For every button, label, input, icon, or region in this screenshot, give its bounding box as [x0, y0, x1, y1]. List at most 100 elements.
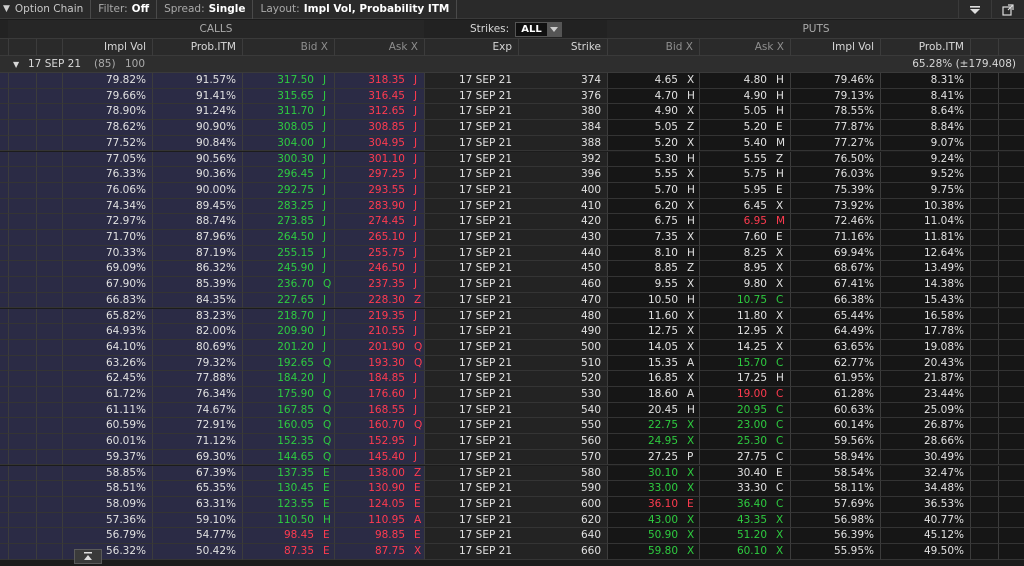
call-ask[interactable]: 193.30 — [334, 355, 411, 372]
call-ask[interactable]: 228.30 — [334, 292, 411, 309]
call-bid[interactable]: 300.30 — [242, 151, 320, 168]
call-bid[interactable]: 130.45 — [242, 481, 320, 497]
call-bid[interactable]: 296.45 — [242, 167, 320, 183]
table-row[interactable]: 78.90% 91.24% 311.70 J 312.65 J 17 SEP 21 380 4.… — [0, 104, 1024, 121]
call-bid[interactable]: 184.20 — [242, 371, 320, 387]
put-bid[interactable]: 12.75 — [607, 324, 684, 340]
call-ask[interactable]: 138.00 — [334, 465, 411, 482]
call-bid[interactable]: 152.35 — [242, 434, 320, 450]
table-row[interactable]: 69.09% 86.32% 245.90 J 246.50 J 17 SEP 21 450 8.… — [0, 261, 1024, 278]
call-bid[interactable]: 123.55 — [242, 496, 320, 513]
put-bid[interactable]: 24.95 — [607, 434, 684, 450]
put-bid[interactable]: 18.60 — [607, 387, 684, 403]
filter-control[interactable]: Filter: Off — [91, 0, 158, 19]
put-ask[interactable]: 30.40 — [699, 465, 773, 482]
put-bid[interactable]: 6.20 — [607, 198, 684, 215]
col-put-probitm[interactable]: Prob.ITM — [880, 39, 970, 57]
col-strike[interactable]: Strike — [518, 39, 607, 57]
call-ask[interactable]: 318.35 — [334, 73, 411, 89]
put-bid[interactable]: 8.85 — [607, 261, 684, 278]
put-ask[interactable]: 27.75 — [699, 449, 773, 466]
call-ask[interactable]: 98.85 — [334, 528, 411, 544]
put-bid[interactable]: 22.75 — [607, 418, 684, 435]
table-row[interactable]: 60.01% 71.12% 152.35 Q 152.95 J 17 SEP 21 560 24… — [0, 434, 1024, 450]
put-ask[interactable]: 6.45 — [699, 198, 773, 215]
put-ask[interactable]: 20.95 — [699, 402, 773, 419]
layout-control[interactable]: Layout: Impl Vol, Probability ITM — [253, 0, 458, 19]
table-row[interactable]: 56.32% 50.42% 87.35 E 87.75 X 17 SEP 21 660 59.8… — [0, 544, 1024, 560]
table-row[interactable]: 79.82% 91.57% 317.50 J 318.35 J 17 SEP 21 374 4.… — [0, 73, 1024, 89]
call-bid[interactable]: 304.00 — [242, 135, 320, 152]
call-ask[interactable]: 124.05 — [334, 496, 411, 513]
table-row[interactable]: 64.93% 82.00% 209.90 J 210.55 J 17 SEP 21 490 12… — [0, 324, 1024, 340]
put-ask[interactable]: 8.25 — [699, 245, 773, 262]
put-ask[interactable]: 60.10 — [699, 544, 773, 560]
call-bid[interactable]: 236.70 — [242, 277, 320, 293]
put-bid[interactable]: 30.10 — [607, 465, 684, 482]
call-bid[interactable]: 110.50 — [242, 512, 320, 529]
put-bid[interactable]: 16.85 — [607, 371, 684, 387]
put-bid[interactable]: 50.90 — [607, 528, 684, 544]
call-ask[interactable]: 255.75 — [334, 245, 411, 262]
put-bid[interactable]: 59.80 — [607, 544, 684, 560]
put-ask[interactable]: 5.75 — [699, 167, 773, 183]
call-bid[interactable]: 255.15 — [242, 245, 320, 262]
put-ask[interactable]: 5.20 — [699, 120, 773, 136]
table-row[interactable]: 67.90% 85.39% 236.70 Q 237.35 J 17 SEP 21 460 9.… — [0, 277, 1024, 293]
put-bid[interactable]: 27.25 — [607, 449, 684, 466]
call-ask[interactable]: 210.55 — [334, 324, 411, 340]
table-row[interactable]: 64.10% 80.69% 201.20 J 201.90 Q 17 SEP 21 500 14… — [0, 339, 1024, 356]
call-ask[interactable]: 201.90 — [334, 339, 411, 356]
put-bid[interactable]: 4.70 — [607, 88, 684, 105]
call-bid[interactable]: 144.65 — [242, 449, 320, 466]
call-bid[interactable]: 292.75 — [242, 182, 320, 199]
table-row[interactable]: 76.06% 90.00% 292.75 J 293.55 J 17 SEP 21 400 5.… — [0, 182, 1024, 199]
table-row[interactable]: 60.59% 72.91% 160.05 Q 160.70 Q 17 SEP 21 550 22… — [0, 418, 1024, 435]
call-ask[interactable]: 316.45 — [334, 88, 411, 105]
put-bid[interactable]: 5.30 — [607, 151, 684, 168]
put-ask[interactable]: 25.30 — [699, 434, 773, 450]
call-ask[interactable]: 87.75 — [334, 544, 411, 560]
col-call-implvol[interactable]: Impl Vol — [62, 39, 152, 57]
put-ask[interactable]: 36.40 — [699, 496, 773, 513]
put-bid[interactable]: 5.70 — [607, 182, 684, 199]
popout-button[interactable] — [991, 0, 1024, 19]
put-ask[interactable]: 43.35 — [699, 512, 773, 529]
col-put-bid[interactable]: Bid X — [607, 39, 699, 57]
table-row[interactable]: 61.72% 76.34% 175.90 Q 176.60 J 17 SEP 21 530 18… — [0, 387, 1024, 403]
call-bid[interactable]: 245.90 — [242, 261, 320, 278]
put-bid[interactable]: 15.35 — [607, 355, 684, 372]
table-row[interactable]: 71.70% 87.96% 264.50 J 265.10 J 17 SEP 21 430 7.… — [0, 230, 1024, 246]
expiry-group-row[interactable]: ▼ 17 SEP 21 (85) 100 65.28% (±179.408) — [0, 56, 1024, 73]
call-bid[interactable]: 167.85 — [242, 402, 320, 419]
call-ask[interactable]: 152.95 — [334, 434, 411, 450]
put-ask[interactable]: 33.30 — [699, 481, 773, 497]
call-bid[interactable]: 137.35 — [242, 465, 320, 482]
call-bid[interactable]: 175.90 — [242, 387, 320, 403]
call-bid[interactable]: 311.70 — [242, 104, 320, 121]
table-row[interactable]: 70.33% 87.19% 255.15 J 255.75 J 17 SEP 21 440 8.… — [0, 245, 1024, 262]
strikes-select[interactable]: ALL — [515, 21, 562, 37]
table-row[interactable]: 78.62% 90.90% 308.05 J 308.85 J 17 SEP 21 384 5.… — [0, 120, 1024, 136]
table-row[interactable]: 79.66% 91.41% 315.65 J 316.45 J 17 SEP 21 376 4.… — [0, 88, 1024, 105]
call-ask[interactable]: 312.65 — [334, 104, 411, 121]
table-row[interactable]: 59.37% 69.30% 144.65 Q 145.40 J 17 SEP 21 570 27… — [0, 449, 1024, 466]
call-ask[interactable]: 246.50 — [334, 261, 411, 278]
put-bid[interactable]: 8.10 — [607, 245, 684, 262]
put-ask[interactable]: 5.05 — [699, 104, 773, 121]
table-row[interactable]: 58.51% 65.35% 130.45 E 130.90 E 17 SEP 21 590 33… — [0, 481, 1024, 497]
call-ask[interactable]: 110.95 — [334, 512, 411, 529]
put-ask[interactable]: 19.00 — [699, 387, 773, 403]
call-ask[interactable]: 265.10 — [334, 230, 411, 246]
table-row[interactable]: 65.82% 83.23% 218.70 J 219.35 J 17 SEP 21 480 11… — [0, 308, 1024, 325]
put-bid[interactable]: 14.05 — [607, 339, 684, 356]
call-bid[interactable]: 192.65 — [242, 355, 320, 372]
call-ask[interactable]: 293.55 — [334, 182, 411, 199]
option-chain-title[interactable]: ▼ Option Chain — [0, 0, 92, 19]
call-ask[interactable]: 160.70 — [334, 418, 411, 435]
call-ask[interactable]: 274.45 — [334, 214, 411, 230]
put-bid[interactable]: 11.60 — [607, 308, 684, 325]
call-ask[interactable]: 130.90 — [334, 481, 411, 497]
call-bid[interactable]: 209.90 — [242, 324, 320, 340]
call-ask[interactable]: 219.35 — [334, 308, 411, 325]
